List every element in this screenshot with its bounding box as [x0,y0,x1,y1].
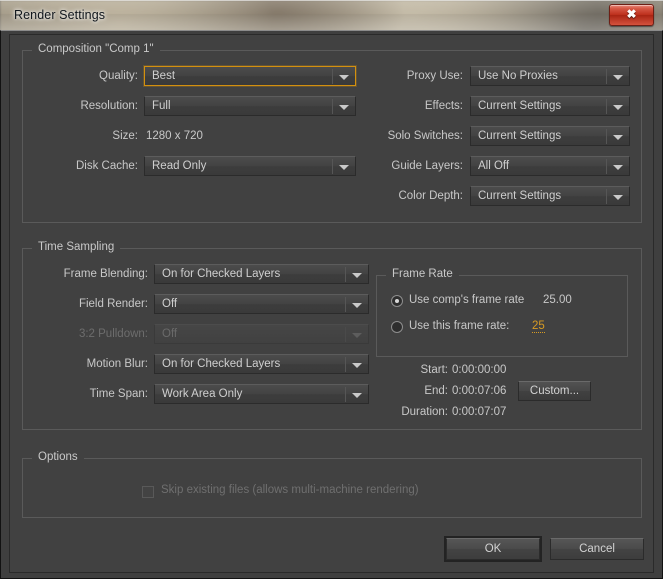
frame-blending-value: On for Checked Layers [162,268,281,280]
resolution-label: Resolution: [80,100,138,112]
render-settings-dialog: Render Settings ✖ Composition "Comp 1" Q… [0,0,663,579]
duration-value: 0:00:07:07 [452,406,507,418]
solo-switches-value: Current Settings [478,130,562,142]
time-sampling-group: Time Sampling Frame Blending: On for Che… [22,241,642,430]
radio-dot-icon [391,295,403,307]
field-render-dropdown[interactable]: Off [154,294,369,314]
use-comp-frame-rate-label: Use comp's frame rate [409,294,525,306]
disk-cache-separator [332,159,333,174]
guide-layers-dropdown[interactable]: All Off [470,156,630,176]
size-label: Size: [112,130,138,142]
time-span-value: Work Area Only [162,388,243,400]
custom-button[interactable]: Custom... [518,381,591,401]
frame-blending-label: Frame Blending: [63,268,148,280]
window-title: Render Settings [14,8,106,22]
effects-value: Current Settings [478,100,562,112]
resolution-separator [332,99,333,114]
proxy-use-separator [606,69,607,84]
solo-switches-label: Solo Switches: [387,130,463,142]
use-this-frame-rate-label: Use this frame rate: [409,320,510,332]
end-value: 0:00:07:06 [452,385,507,397]
field-render-label: Field Render: [78,298,148,310]
chevron-down-icon [613,75,623,80]
color-depth-separator [606,189,607,204]
color-depth-label: Color Depth: [398,190,463,202]
skip-existing-files-label: Skip existing files (allows multi-machin… [161,484,419,496]
quality-separator [332,69,333,84]
size-value: 1280 x 720 [146,130,203,142]
field-render-value: Off [162,298,178,310]
motion-blur-value: On for Checked Layers [162,358,281,370]
solo-switches-separator [606,129,607,144]
effects-dropdown[interactable]: Current Settings [470,96,630,116]
disk-cache-label: Disk Cache: [76,160,138,172]
frame-rate-group: Frame Rate Use comp's frame rate 25.00 U… [376,268,628,357]
resolution-dropdown[interactable]: Full [144,96,356,116]
motion-blur-dropdown[interactable]: On for Checked Layers [154,354,369,374]
pulldown-label: 3:2 Pulldown: [78,328,148,340]
guide-layers-separator [606,159,607,174]
effects-separator [606,99,607,114]
chevron-down-icon [613,165,623,170]
chevron-down-icon [352,303,362,308]
chevron-down-icon [352,273,362,278]
proxy-use-dropdown[interactable]: Use No Proxies [470,66,630,86]
start-value: 0:00:00:00 [452,364,507,376]
proxy-use-value: Use No Proxies [478,70,558,82]
proxy-use-label: Proxy Use: [406,70,463,82]
options-legend: Options [32,451,84,463]
close-glyph: ✖ [626,7,637,21]
chevron-down-icon [352,393,362,398]
frame-rate-legend: Frame Rate [386,268,459,280]
time-sampling-legend: Time Sampling [32,241,121,253]
chevron-down-icon [613,105,623,110]
motion-blur-separator [345,357,346,372]
custom-frame-rate-field[interactable]: 25 [532,320,545,333]
composition-group: Composition "Comp 1" Quality: Best Resol… [22,43,642,223]
cancel-button[interactable]: Cancel [550,538,644,560]
time-span-label: Time Span: [89,388,148,400]
comp-frame-rate-value: 25.00 [543,294,572,306]
radio-dot-icon [391,321,403,333]
pulldown-value: Off [162,328,178,340]
options-group: Options Skip existing files (allows mult… [22,451,642,518]
time-span-dropdown[interactable]: Work Area Only [154,384,369,404]
resolution-value: Full [152,100,171,112]
disk-cache-dropdown[interactable]: Read Only [144,156,356,176]
guide-layers-value: All Off [478,160,510,172]
motion-blur-label: Motion Blur: [86,358,148,370]
dialog-inner-panel: Composition "Comp 1" Quality: Best Resol… [9,34,654,573]
chevron-down-icon [352,333,362,338]
dialog-body: Composition "Comp 1" Quality: Best Resol… [0,30,663,579]
ok-button[interactable]: OK [446,538,540,560]
composition-legend: Composition "Comp 1" [32,43,160,55]
guide-layers-label: Guide Layers: [391,160,463,172]
close-icon[interactable]: ✖ [609,4,654,26]
end-label: End: [424,385,448,397]
chevron-down-icon [613,135,623,140]
quality-label: Quality: [99,70,138,82]
quality-value: Best [152,70,176,82]
chevron-down-icon [613,195,623,200]
checkbox-icon [142,486,154,498]
field-render-separator [345,297,346,312]
effects-label: Effects: [424,100,463,112]
frame-blending-separator [345,267,346,282]
color-depth-value: Current Settings [478,190,562,202]
solo-switches-dropdown[interactable]: Current Settings [470,126,630,146]
window-titlebar[interactable]: Render Settings ✖ [0,0,663,30]
quality-dropdown[interactable]: Best [144,66,356,86]
time-span-separator [345,387,346,402]
pulldown-separator [345,327,346,342]
duration-label: Duration: [401,406,448,418]
start-label: Start: [420,364,448,376]
chevron-down-icon [352,363,362,368]
color-depth-dropdown[interactable]: Current Settings [470,186,630,206]
frame-blending-dropdown[interactable]: On for Checked Layers [154,264,369,284]
pulldown-dropdown: Off [154,324,369,344]
disk-cache-value: Read Only [152,160,207,172]
